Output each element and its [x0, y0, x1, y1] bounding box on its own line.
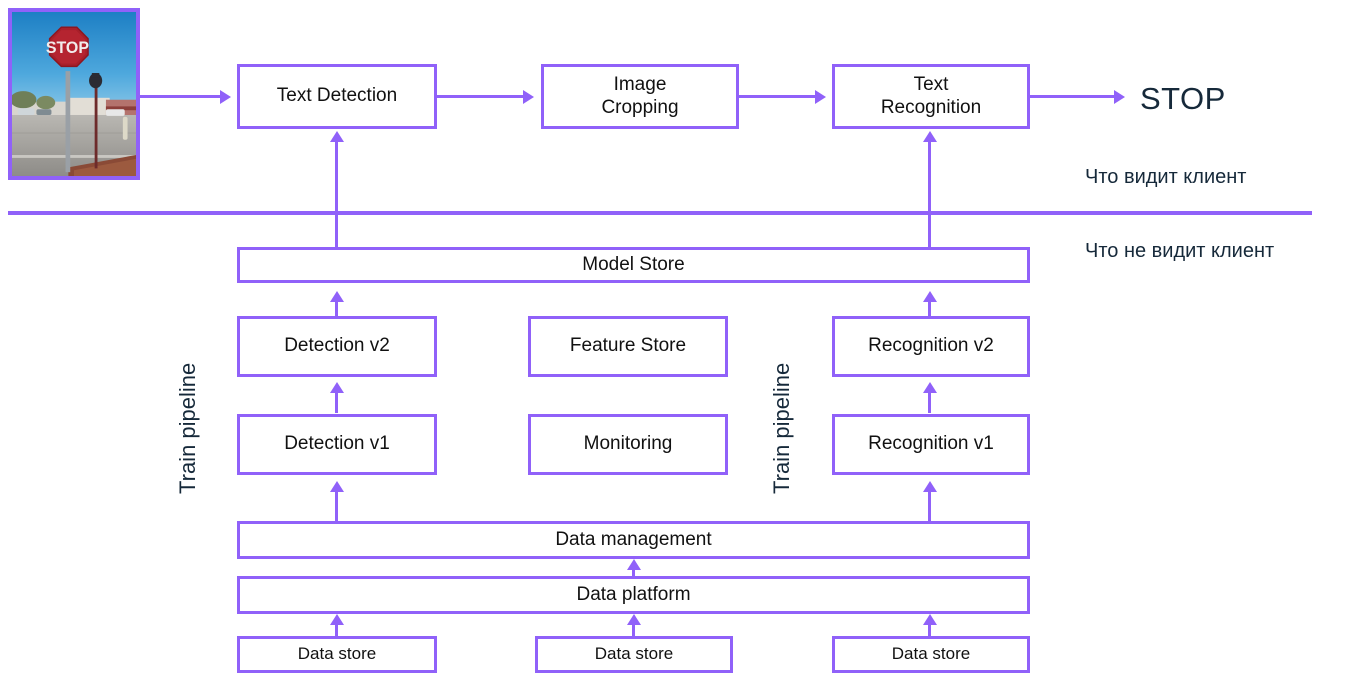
box-data-management[interactable]: Data management	[237, 521, 1030, 559]
box-detection-v2[interactable]: Detection v2	[237, 316, 437, 377]
visibility-divider	[8, 211, 1312, 215]
arrowhead-datastore-middle-to-platform	[626, 614, 641, 625]
connector-detectionv1-to-detectionv2	[335, 391, 338, 413]
arrowhead-recognition-to-output	[1114, 89, 1125, 104]
caption-client-sees: Что видит клиент	[1085, 166, 1247, 188]
box-monitoring[interactable]: Monitoring	[528, 414, 728, 475]
diagram-canvas: STOP Text Detection Image Cropping Text …	[0, 0, 1363, 682]
stop-sign-photo-graphic: STOP	[12, 12, 136, 176]
box-image-cropping[interactable]: Image Cropping	[541, 64, 739, 129]
arrowhead-cropping-to-recognition	[815, 89, 826, 104]
arrowhead-dataplatform-to-datamgmt	[626, 559, 641, 570]
connector-cropping-to-recognition	[739, 95, 817, 98]
box-recognition-v2[interactable]: Recognition v2	[832, 316, 1030, 377]
output-label-stop: STOP	[1140, 81, 1226, 116]
box-data-store-right[interactable]: Data store	[832, 636, 1030, 673]
connector-modelstore-to-detection	[335, 140, 338, 248]
box-model-store[interactable]: Model Store	[237, 247, 1030, 283]
box-text-recognition[interactable]: Text Recognition	[832, 64, 1030, 129]
box-data-store-middle[interactable]: Data store	[535, 636, 733, 673]
arrowhead-modelstore-to-detection	[329, 131, 344, 142]
caption-client-does-not-see: Что не видит клиент	[1085, 240, 1275, 262]
connector-datamgmt-to-recognitionv1	[928, 490, 931, 521]
box-recognition-v1[interactable]: Recognition v1	[832, 414, 1030, 475]
box-text-detection[interactable]: Text Detection	[237, 64, 437, 129]
arrowhead-detectionv1-to-detectionv2	[329, 382, 344, 393]
arrowhead-datastore-left-to-platform	[329, 614, 344, 625]
arrowhead-datamgmt-to-recognitionv1	[922, 481, 937, 492]
connector-recognition-to-output	[1030, 95, 1116, 98]
arrowhead-datastore-right-to-platform	[922, 614, 937, 625]
label-train-pipeline-right: Train pipeline	[769, 362, 794, 494]
arrowhead-datamgmt-to-detectionv1	[329, 481, 344, 492]
svg-text:STOP: STOP	[46, 39, 89, 57]
connector-recognitionv1-to-recognitionv2	[928, 391, 931, 413]
arrowhead-recognitionv2-to-modelstore	[922, 291, 937, 302]
arrowhead-detectionv2-to-modelstore	[329, 291, 344, 302]
box-data-platform[interactable]: Data platform	[237, 576, 1030, 614]
connector-datamgmt-to-detectionv1	[335, 490, 338, 521]
arrowhead-detection-to-cropping	[523, 89, 534, 104]
box-data-store-left[interactable]: Data store	[237, 636, 437, 673]
arrowhead-recognitionv1-to-recognitionv2	[922, 382, 937, 393]
connector-modelstore-to-recognition	[928, 140, 931, 248]
label-train-pipeline-left: Train pipeline	[175, 362, 200, 494]
box-feature-store[interactable]: Feature Store	[528, 316, 728, 377]
arrowhead-photo-to-detection	[220, 89, 231, 104]
connector-detection-to-cropping	[437, 95, 525, 98]
box-detection-v1[interactable]: Detection v1	[237, 414, 437, 475]
arrowhead-modelstore-to-recognition	[922, 131, 937, 142]
stop-sign-photo: STOP	[8, 8, 140, 180]
connector-photo-to-detection	[140, 95, 222, 98]
